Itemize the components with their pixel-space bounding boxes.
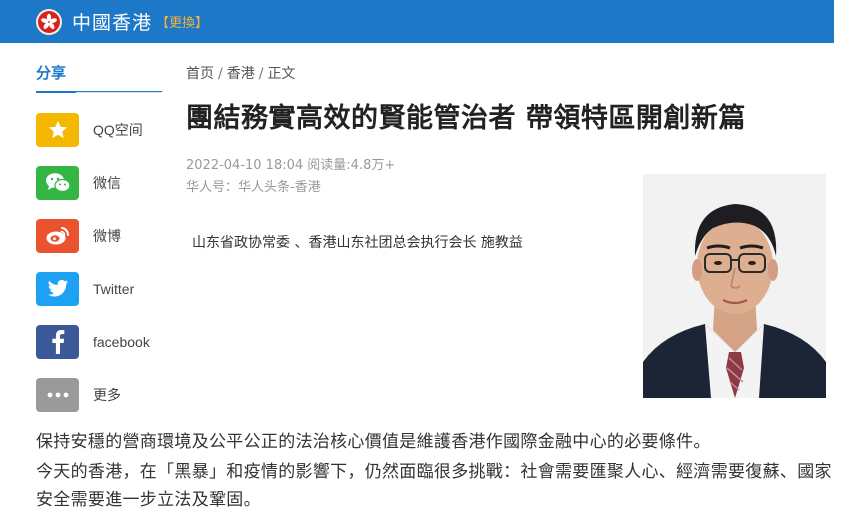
- more-icon: [36, 378, 79, 412]
- share-heading: 分享: [36, 62, 162, 93]
- share-twitter-button[interactable]: Twitter: [36, 271, 150, 307]
- weibo-icon: [36, 219, 79, 253]
- share-label: Twitter: [93, 281, 135, 297]
- facebook-icon: [36, 325, 79, 359]
- breadcrumb-separator: /: [218, 66, 223, 82]
- qzone-star-icon: [36, 113, 79, 147]
- share-label: 更多: [93, 387, 121, 403]
- share-label: facebook: [93, 334, 150, 350]
- site-header: 中國香港 【更換】: [0, 0, 834, 43]
- wechat-icon: [36, 166, 79, 200]
- breadcrumb-current: 正文: [267, 66, 296, 82]
- switch-region-link[interactable]: 【更換】: [156, 12, 208, 31]
- share-label: QQ空间: [93, 122, 143, 138]
- article-paragraph: 保持安穩的營商環境及公平公正的法治核心價值是維護香港作國際金融中心的必要條件。: [36, 432, 711, 452]
- article-meta: 2022-04-10 18:04 阅读量:4.8万+: [186, 154, 395, 173]
- share-list: QQ空间 微信 微博 Twitter facebook 更多: [36, 112, 150, 430]
- share-facebook-button[interactable]: facebook: [36, 324, 150, 360]
- article-paragraph: 今天的香港，在「黑暴」和疫情的影響下，仍然面臨很多挑戰：社會需要匯聚人心、經濟需…: [36, 462, 832, 510]
- breadcrumb: 首页 / 香港 / 正文: [186, 63, 295, 83]
- article-author: 山东省政协常委 、香港山东社团总会执行会长 施教益: [192, 235, 523, 251]
- twitter-icon: [36, 272, 79, 306]
- author-portrait-image: [643, 174, 826, 398]
- share-label: 微博: [93, 228, 121, 244]
- share-qzone-button[interactable]: QQ空间: [36, 112, 150, 148]
- breadcrumb-separator: /: [258, 66, 264, 82]
- article-views: 阅读量:4.8万+: [307, 158, 396, 173]
- share-weibo-button[interactable]: 微博: [36, 218, 150, 254]
- article-source[interactable]: 华人号：华人头条-香港: [186, 176, 321, 195]
- share-more-button[interactable]: 更多: [36, 377, 150, 413]
- hk-emblem-icon[interactable]: [36, 8, 62, 35]
- share-label: 微信: [93, 175, 121, 191]
- breadcrumb-home-link[interactable]: 首页: [186, 66, 214, 82]
- share-wechat-button[interactable]: 微信: [36, 165, 150, 201]
- breadcrumb-section-link[interactable]: 香港: [227, 66, 255, 82]
- article-datetime: 2022-04-10 18:04: [186, 158, 304, 173]
- site-title[interactable]: 中國香港: [72, 8, 152, 35]
- article-title: 團結務實高效的賢能管治者 帶領特區開創新篇: [186, 103, 746, 134]
